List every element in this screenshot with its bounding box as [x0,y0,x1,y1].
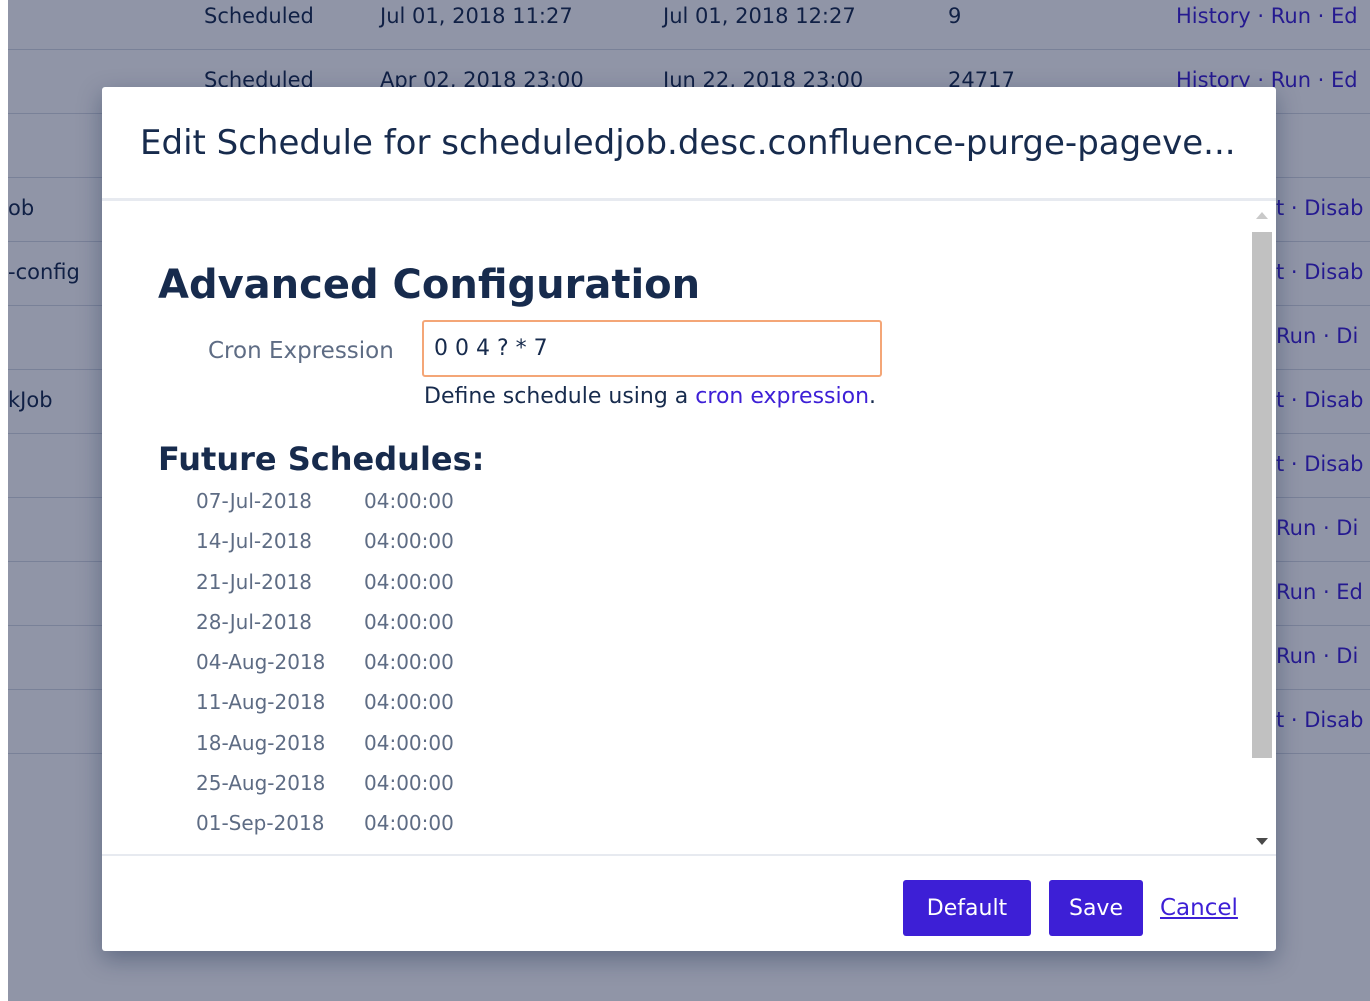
scrollbar-thumb[interactable] [1252,232,1272,758]
schedule-time: 04:00:00 [364,569,454,594]
dialog-body: Advanced Configuration Cron Expression D… [102,204,1276,854]
schedule-date: 18-Aug-2018 [196,730,326,755]
cron-expression-label: Cron Expression [208,338,394,364]
schedule-time: 04:00:00 [364,609,454,634]
schedule-time: 04:00:00 [364,529,454,554]
cron-help-suffix: . [869,384,877,409]
dialog-footer: Default Save Cancel [102,854,1276,951]
screen: Scheduled Jul 01, 2018 11:27 Jul 01, 2018 … [0,0,1370,1001]
schedule-date: 21-Jul-2018 [196,569,313,594]
schedule-date: 11-Aug-2018 [196,690,326,715]
schedule-time: 04:00:00 [364,650,454,675]
schedule-date: 01-Sep-2018 [196,811,325,836]
schedule-time: 04:00:00 [364,771,454,796]
dialog-title: Edit Schedule for scheduledjob.desc.conf… [140,123,1236,163]
cron-expression-input[interactable] [422,320,882,377]
schedule-date: 25-Aug-2018 [196,771,326,796]
schedule-time: 04:00:00 [364,730,454,755]
cancel-link[interactable]: Cancel [1160,880,1238,936]
scroll-up-arrow-icon[interactable] [1256,212,1268,219]
cron-help-prefix: Define schedule using a [424,384,696,409]
page-edge [0,0,8,1001]
schedule-date: 04-Aug-2018 [196,650,326,675]
cron-help-text: Define schedule using a cron expression. [424,384,876,409]
schedule-date: 14-Jul-2018 [196,529,313,554]
schedule-date: 07-Jul-2018 [196,489,313,513]
schedule-date: 28-Jul-2018 [196,609,313,634]
default-button[interactable]: Default [903,880,1031,936]
dialog-header: Edit Schedule for scheduledjob.desc.conf… [102,87,1276,201]
schedule-time: 04:00:00 [364,690,454,715]
edit-schedule-dialog: Edit Schedule for scheduledjob.desc.conf… [102,87,1276,951]
scroll-down-arrow-icon[interactable] [1256,838,1268,845]
dialog-scrollbar[interactable] [1250,204,1274,854]
cron-expression-link[interactable]: cron expression [695,384,869,409]
save-button[interactable]: Save [1049,880,1143,936]
section-title: Advanced Configuration [158,262,701,308]
schedule-time: 04:00:00 [364,811,454,836]
future-schedules-title: Future Schedules: [158,440,485,478]
schedule-time: 04:00:00 [364,489,454,513]
